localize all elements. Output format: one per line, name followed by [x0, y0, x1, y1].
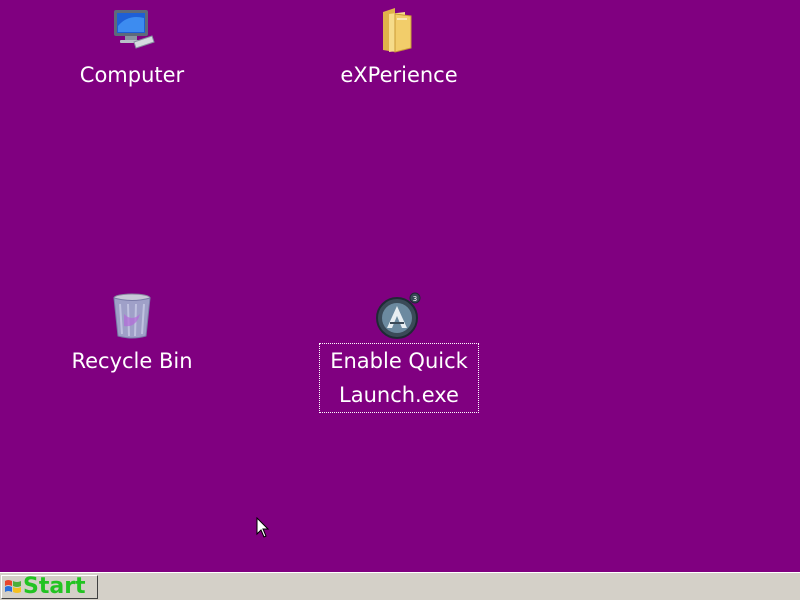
mouse-cursor-icon: [256, 516, 270, 539]
desktop-icon-enable-quick-launch[interactable]: 3 Enable Quick Launch.exe: [319, 292, 479, 413]
desktop-icon-label: eXPerience: [340, 63, 458, 87]
desktop[interactable]: Computer eXPerience Recycle Bin 3 Enable…: [0, 0, 800, 572]
desktop-icon-recycle-bin[interactable]: Recycle Bin: [58, 292, 206, 378]
desktop-icon-label: Recycle Bin: [71, 349, 193, 373]
windows-logo-icon: [4, 578, 22, 596]
desktop-icon-experience[interactable]: eXPerience: [330, 6, 468, 92]
desktop-icon-label: Enable Quick Launch.exe: [319, 343, 479, 413]
app-a-icon: 3: [375, 292, 423, 340]
desktop-icon-computer[interactable]: Computer: [68, 6, 196, 92]
taskbar: Start: [0, 572, 800, 600]
desktop-icon-label: Computer: [79, 63, 185, 87]
folder-icon: [375, 6, 423, 54]
start-label: Start: [23, 574, 86, 599]
computer-icon: [108, 6, 156, 54]
recycle-bin-icon: [108, 292, 156, 340]
svg-text:3: 3: [413, 295, 417, 303]
start-button[interactable]: Start: [1, 575, 98, 599]
